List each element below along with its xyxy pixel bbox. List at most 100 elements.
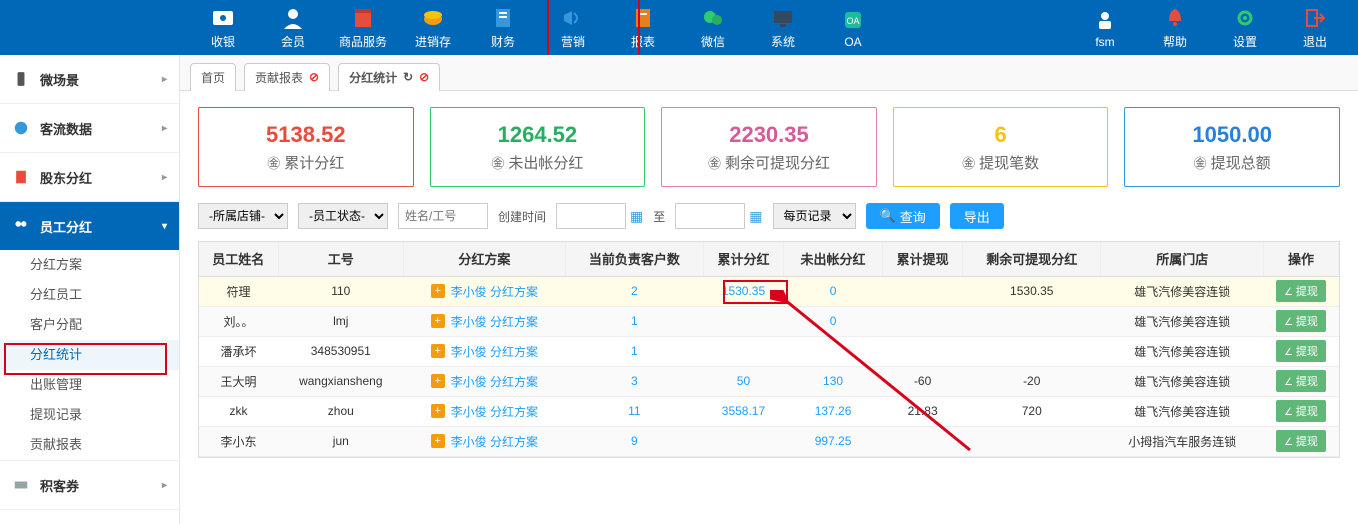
sidebar-item-分红员工[interactable]: 分红员工: [0, 280, 179, 310]
plus-icon[interactable]: +: [431, 314, 445, 328]
plus-icon[interactable]: +: [431, 284, 445, 298]
link[interactable]: 0: [830, 284, 837, 298]
plan-link[interactable]: 李小俊 分红方案: [451, 343, 538, 360]
sidebar: 微场景▸客流数据▸股东分红▸员工分红▾分红方案分红员工客户分配分红统计出账管理提…: [0, 55, 180, 524]
query-button[interactable]: 🔍查询: [866, 203, 940, 229]
store-select[interactable]: -所属店铺-: [198, 203, 288, 229]
group-label: 积客券: [40, 476, 79, 495]
withdraw-button[interactable]: 提现: [1276, 340, 1326, 362]
link[interactable]: 997.25: [815, 434, 852, 448]
link[interactable]: 11: [628, 404, 640, 418]
plan-link[interactable]: 李小俊 分红方案: [451, 283, 538, 300]
nav-right-person[interactable]: fsm: [1070, 0, 1140, 55]
link[interactable]: 1: [631, 314, 638, 328]
cell: 720: [963, 396, 1101, 426]
sidebar-group-积客券[interactable]: 积客券 ▸: [0, 461, 179, 509]
cell: [883, 426, 963, 456]
refresh-icon[interactable]: ↻: [403, 70, 413, 84]
withdraw-button[interactable]: 提现: [1276, 430, 1326, 452]
plan-link[interactable]: 李小俊 分红方案: [451, 433, 538, 450]
nav-goods[interactable]: 商品服务: [328, 0, 398, 55]
cell: 潘承坏: [199, 336, 278, 366]
link[interactable]: 2: [631, 284, 638, 298]
nav-right-exit[interactable]: 退出: [1280, 0, 1350, 55]
link[interactable]: 50: [737, 374, 750, 388]
link[interactable]: 9: [631, 434, 638, 448]
tab-分红统计[interactable]: 分红统计 ↻ ⊘: [338, 63, 440, 91]
close-icon[interactable]: ⊘: [419, 70, 429, 84]
link[interactable]: 3558.17: [722, 404, 765, 418]
sidebar-item-提现记录[interactable]: 提现记录: [0, 400, 179, 430]
nav-wechat[interactable]: 微信: [678, 0, 748, 55]
link[interactable]: 1: [631, 344, 638, 358]
card-value: 5138.52: [266, 122, 346, 148]
currency-icon: ㊎: [267, 153, 280, 172]
calendar-icon[interactable]: ▦: [749, 208, 762, 225]
nav-oa[interactable]: OAOA: [818, 0, 888, 55]
tab-首页[interactable]: 首页: [190, 63, 236, 91]
link[interactable]: 0: [830, 314, 837, 328]
sidebar-group-股东分红[interactable]: 股东分红▸: [0, 153, 179, 201]
top-nav: 收银会员商品服务进销存财务营销报表微信系统OAOA fsm帮助设置退出: [0, 0, 1358, 55]
col-工号: 工号: [278, 242, 404, 276]
nav-report[interactable]: 报表: [608, 0, 678, 55]
cell: 符理: [199, 276, 278, 306]
chevron-right-icon: ▸: [162, 480, 167, 491]
link[interactable]: 3: [631, 374, 638, 388]
export-button[interactable]: 导出: [950, 203, 1004, 229]
page-size-select[interactable]: 每页记录: [773, 203, 856, 229]
wechat-icon: [700, 5, 726, 31]
calendar-icon[interactable]: ▦: [630, 208, 643, 225]
withdraw-button[interactable]: 提现: [1276, 370, 1326, 392]
exit-icon: [1302, 5, 1328, 31]
nav-system[interactable]: 系统: [748, 0, 818, 55]
nav-stock[interactable]: 进销存: [398, 0, 468, 55]
link[interactable]: 137.26: [815, 404, 852, 418]
nav-right-bell[interactable]: 帮助: [1140, 0, 1210, 55]
card-提现笔数: 6㊎提现笔数: [893, 107, 1109, 187]
sidebar-group-员工分红[interactable]: 员工分红▾: [0, 202, 179, 250]
plan-link[interactable]: 李小俊 分红方案: [451, 403, 538, 420]
withdraw-button[interactable]: 提现: [1276, 280, 1326, 302]
status-select[interactable]: -员工状态-: [298, 203, 388, 229]
plus-icon[interactable]: +: [431, 404, 445, 418]
oa-icon: OA: [840, 7, 866, 33]
table-row: 王大明wangxiansheng+李小俊 分红方案350130-60-20雄飞汽…: [199, 366, 1339, 396]
card-剩余可提现分红: 2230.35㊎剩余可提现分红: [661, 107, 877, 187]
cell: [963, 426, 1101, 456]
col-操作: 操作: [1264, 242, 1339, 276]
nav-finance[interactable]: 财务: [468, 0, 538, 55]
link[interactable]: 1530.35: [722, 284, 765, 298]
cell-plan: + 李小俊 分红方案: [404, 396, 566, 426]
close-icon[interactable]: ⊘: [309, 70, 319, 84]
plus-icon[interactable]: +: [431, 374, 445, 388]
nav-user[interactable]: 会员: [258, 0, 328, 55]
sidebar-item-出账管理[interactable]: 出账管理: [0, 370, 179, 400]
name-input[interactable]: [398, 203, 488, 229]
tab-贡献报表[interactable]: 贡献报表 ⊘: [244, 63, 330, 91]
nav-right-gear[interactable]: 设置: [1210, 0, 1280, 55]
plan-link[interactable]: 李小俊 分红方案: [451, 373, 538, 390]
create-time-label: 创建时间: [498, 208, 546, 225]
date-to-input[interactable]: [675, 203, 745, 229]
nav-speaker[interactable]: 营销: [538, 0, 608, 55]
sidebar-group-客流数据[interactable]: 客流数据▸: [0, 104, 179, 152]
tab-bar: 首页贡献报表 ⊘ 分红统计 ↻ ⊘: [180, 55, 1358, 91]
sidebar-group-微场景[interactable]: 微场景▸: [0, 55, 179, 103]
plus-icon[interactable]: +: [431, 434, 445, 448]
sidebar-item-分红方案[interactable]: 分红方案: [0, 250, 179, 280]
withdraw-button[interactable]: 提现: [1276, 310, 1326, 332]
sidebar-item-分红统计[interactable]: 分红统计: [0, 340, 179, 370]
withdraw-button[interactable]: 提现: [1276, 400, 1326, 422]
sidebar-item-客户分配[interactable]: 客户分配: [0, 310, 179, 340]
goods-icon: [350, 5, 376, 31]
link[interactable]: 130: [823, 374, 843, 388]
plus-icon[interactable]: +: [431, 344, 445, 358]
table-row: 李小东jun+李小俊 分红方案9997.25小拇指汽车服务连锁提现: [199, 426, 1339, 456]
nav-cash[interactable]: 收银: [188, 0, 258, 55]
cell: [883, 276, 963, 306]
plan-link[interactable]: 李小俊 分红方案: [451, 313, 538, 330]
sidebar-item-贡献报表[interactable]: 贡献报表: [0, 430, 179, 460]
cell: 1: [565, 306, 703, 336]
date-from-input[interactable]: [556, 203, 626, 229]
